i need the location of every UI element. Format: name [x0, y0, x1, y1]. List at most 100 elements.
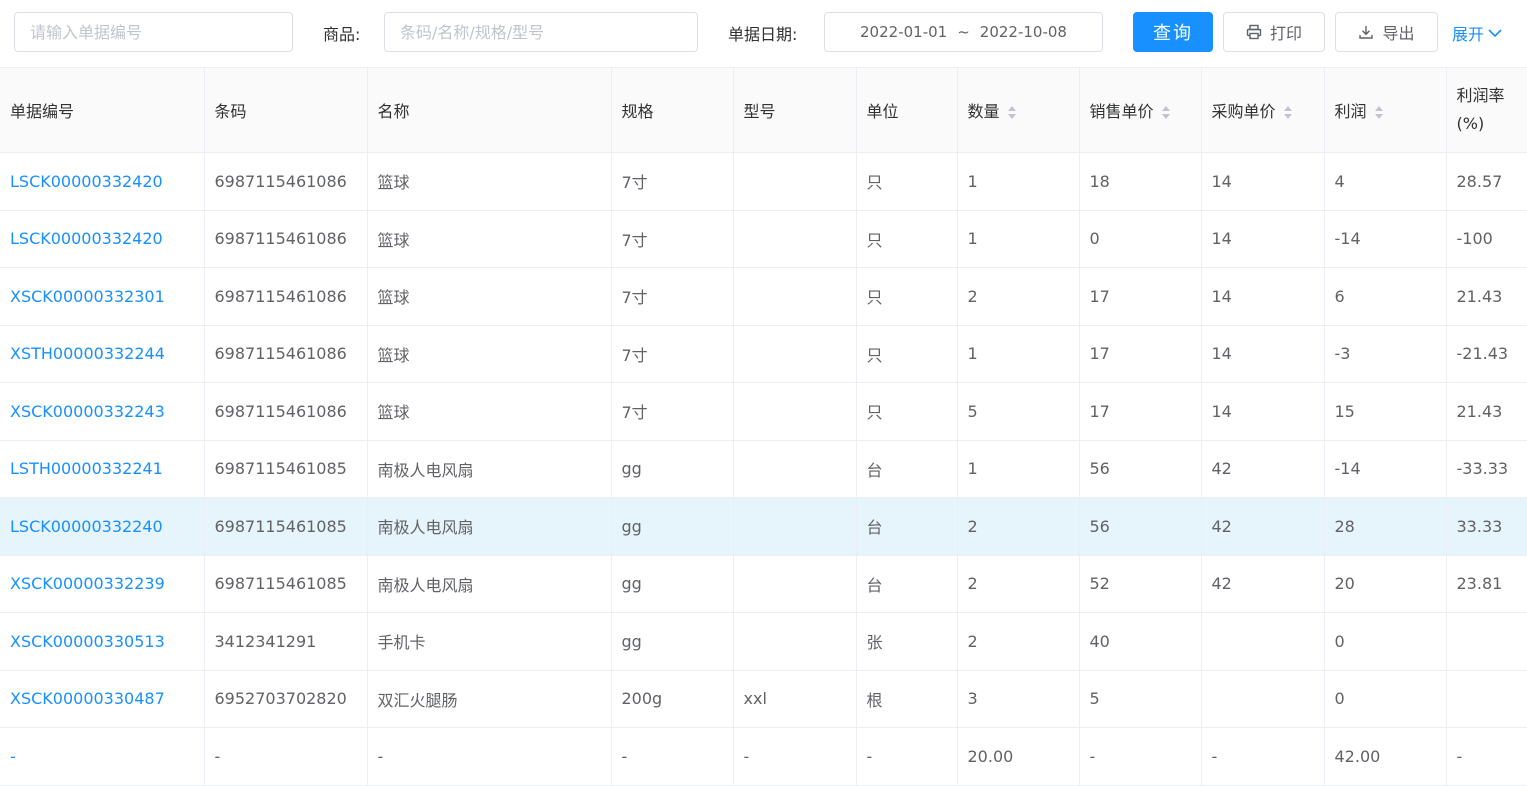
date-start[interactable]: 2022-01-01 [860, 23, 947, 41]
table-row[interactable]: XSCK00000330513 3412341291 手机卡 gg 张 2 40 0 [0, 612, 1527, 671]
table-cell: -33.33 [1446, 440, 1527, 498]
table-cell: 14 [1201, 267, 1325, 326]
print-button[interactable]: 打印 [1223, 12, 1325, 52]
table-cell: 20 [1324, 555, 1447, 613]
table-cell [733, 555, 857, 613]
table-cell: - [1079, 727, 1202, 786]
table-cell [1201, 612, 1325, 671]
expand-toggle[interactable]: 展开 [1452, 21, 1502, 45]
sort-caret-icon[interactable] [1007, 106, 1016, 119]
table-cell: gg [611, 497, 734, 556]
table-cell: 篮球 [367, 210, 612, 268]
col-header-label: 利润 [1334, 102, 1367, 121]
table-cell: 1 [957, 440, 1080, 498]
sort-caret-icon[interactable] [1374, 106, 1383, 119]
col-header-label: 数量 [967, 102, 1000, 121]
table-cell: 7寸 [611, 267, 734, 326]
doc-no-link[interactable]: LSCK00000332420 [0, 152, 205, 211]
download-icon [1359, 26, 1374, 39]
table-row[interactable]: LSCK00000332420 6987115461086 篮球 7寸 只 1 18 14 4 2… [0, 152, 1527, 211]
table-row[interactable]: XSCK00000332239 6987115461085 南极人电风扇 gg 台 2 52… [0, 555, 1527, 613]
table-cell: 1 [957, 210, 1080, 268]
table-cell: 56 [1079, 497, 1202, 556]
table-cell: 42 [1201, 555, 1325, 613]
table-cell: 2 [957, 612, 1080, 671]
table-cell: -100 [1446, 210, 1527, 268]
table-cell: 20.00 [957, 727, 1080, 786]
table-row[interactable]: - - - - - -20.00- -42.00- [0, 727, 1527, 786]
table-cell: 张 [856, 612, 958, 671]
col-header-sortable[interactable]: 销售单价 [1079, 67, 1202, 153]
table-cell: 6987115461086 [204, 267, 368, 326]
table-cell: 6952703702820 [204, 670, 368, 728]
table-cell: 200g [611, 670, 734, 728]
table-cell: 15 [1324, 382, 1447, 441]
table-cell: - [733, 727, 857, 786]
table-cell: 南极人电风扇 [367, 497, 612, 556]
table-cell: 3 [957, 670, 1080, 728]
table-row[interactable]: LSTH00000332241 6987115461085 南极人电风扇 gg 台 1 56… [0, 440, 1527, 498]
table-cell: 南极人电风扇 [367, 555, 612, 613]
table-cell: 篮球 [367, 267, 612, 326]
sort-caret-icon[interactable] [1161, 106, 1170, 119]
date-end[interactable]: 2022-10-08 [980, 23, 1067, 41]
doc-no-input[interactable] [14, 12, 293, 52]
goods-label: 商品: [323, 25, 361, 44]
table-cell: 18 [1079, 152, 1202, 211]
table-cell: 手机卡 [367, 612, 612, 671]
table-cell: - [204, 727, 368, 786]
doc-no-link[interactable]: LSCK00000332240 [0, 497, 205, 556]
expand-label: 展开 [1452, 25, 1485, 44]
table-cell: 6 [1324, 267, 1447, 326]
doc-no-link[interactable]: LSCK00000332420 [0, 210, 205, 268]
table-cell: 台 [856, 497, 958, 556]
col-header-sortable[interactable]: 利润 [1324, 67, 1447, 153]
date-range-picker[interactable]: 2022-01-01 ~ 2022-10-08 [824, 12, 1103, 52]
table-cell: 3412341291 [204, 612, 368, 671]
table-row[interactable]: LSCK00000332240 6987115461085 南极人电风扇 gg 台 2 56… [0, 497, 1527, 556]
table-row[interactable]: XSTH00000332244 6987115461086 篮球 7寸 只 1 17 14 -3… [0, 325, 1527, 383]
doc-no-link[interactable]: XSCK00000332239 [0, 555, 205, 613]
table-cell: 4 [1324, 152, 1447, 211]
table-cell: - [1201, 727, 1325, 786]
query-button[interactable]: 查询 [1133, 12, 1213, 52]
table-cell: 6987115461085 [204, 440, 368, 498]
table-cell: 只 [856, 267, 958, 326]
col-header-sortable[interactable]: 数量 [957, 67, 1080, 153]
table-cell: 2 [957, 267, 1080, 326]
doc-no-link[interactable]: - [0, 727, 205, 786]
print-button-label: 打印 [1269, 24, 1302, 43]
table-header-row: 单据编号 条码 名称 规格 型号 单位 数量 销售单价 采购单价 利润 利润率(… [0, 67, 1527, 153]
table-row[interactable]: LSCK00000332420 6987115461086 篮球 7寸 只 1 0 14 -14… [0, 210, 1527, 268]
col-header-sortable[interactable]: 采购单价 [1201, 67, 1325, 153]
table-cell [733, 382, 857, 441]
table-cell: 只 [856, 382, 958, 441]
table-row[interactable]: XSCK00000332243 6987115461086 篮球 7寸 只 5 17 14 15… [0, 382, 1527, 441]
table-cell: 台 [856, 440, 958, 498]
goods-search-input[interactable] [384, 12, 698, 52]
doc-no-link[interactable]: XSCK00000330487 [0, 670, 205, 728]
table-cell: 14 [1201, 382, 1325, 441]
table-cell: gg [611, 612, 734, 671]
doc-no-link[interactable]: LSTH00000332241 [0, 440, 205, 498]
table-cell: xxl [733, 670, 857, 728]
table-row[interactable]: XSCK00000332301 6987115461086 篮球 7寸 只 2 17 14 6 2… [0, 267, 1527, 326]
sort-caret-icon[interactable] [1283, 106, 1292, 119]
table-cell: gg [611, 440, 734, 498]
doc-no-link[interactable]: XSTH00000332244 [0, 325, 205, 383]
table-cell: 1 [957, 152, 1080, 211]
table-row[interactable]: XSCK00000330487 6952703702820 双汇火腿肠 200g xxl… [0, 670, 1527, 728]
export-button[interactable]: 导出 [1335, 12, 1438, 52]
table-cell: 根 [856, 670, 958, 728]
table-cell: 5 [957, 382, 1080, 441]
doc-no-link[interactable]: XSCK00000332243 [0, 382, 205, 441]
table-cell [1446, 612, 1527, 671]
table-cell: - [611, 727, 734, 786]
table-cell: 33.33 [1446, 497, 1527, 556]
table-cell [733, 440, 857, 498]
doc-no-link[interactable]: XSCK00000332301 [0, 267, 205, 326]
doc-no-link[interactable]: XSCK00000330513 [0, 612, 205, 671]
table-cell: 0 [1079, 210, 1202, 268]
table-cell: 42 [1201, 497, 1325, 556]
col-header: 条码 [204, 67, 368, 153]
